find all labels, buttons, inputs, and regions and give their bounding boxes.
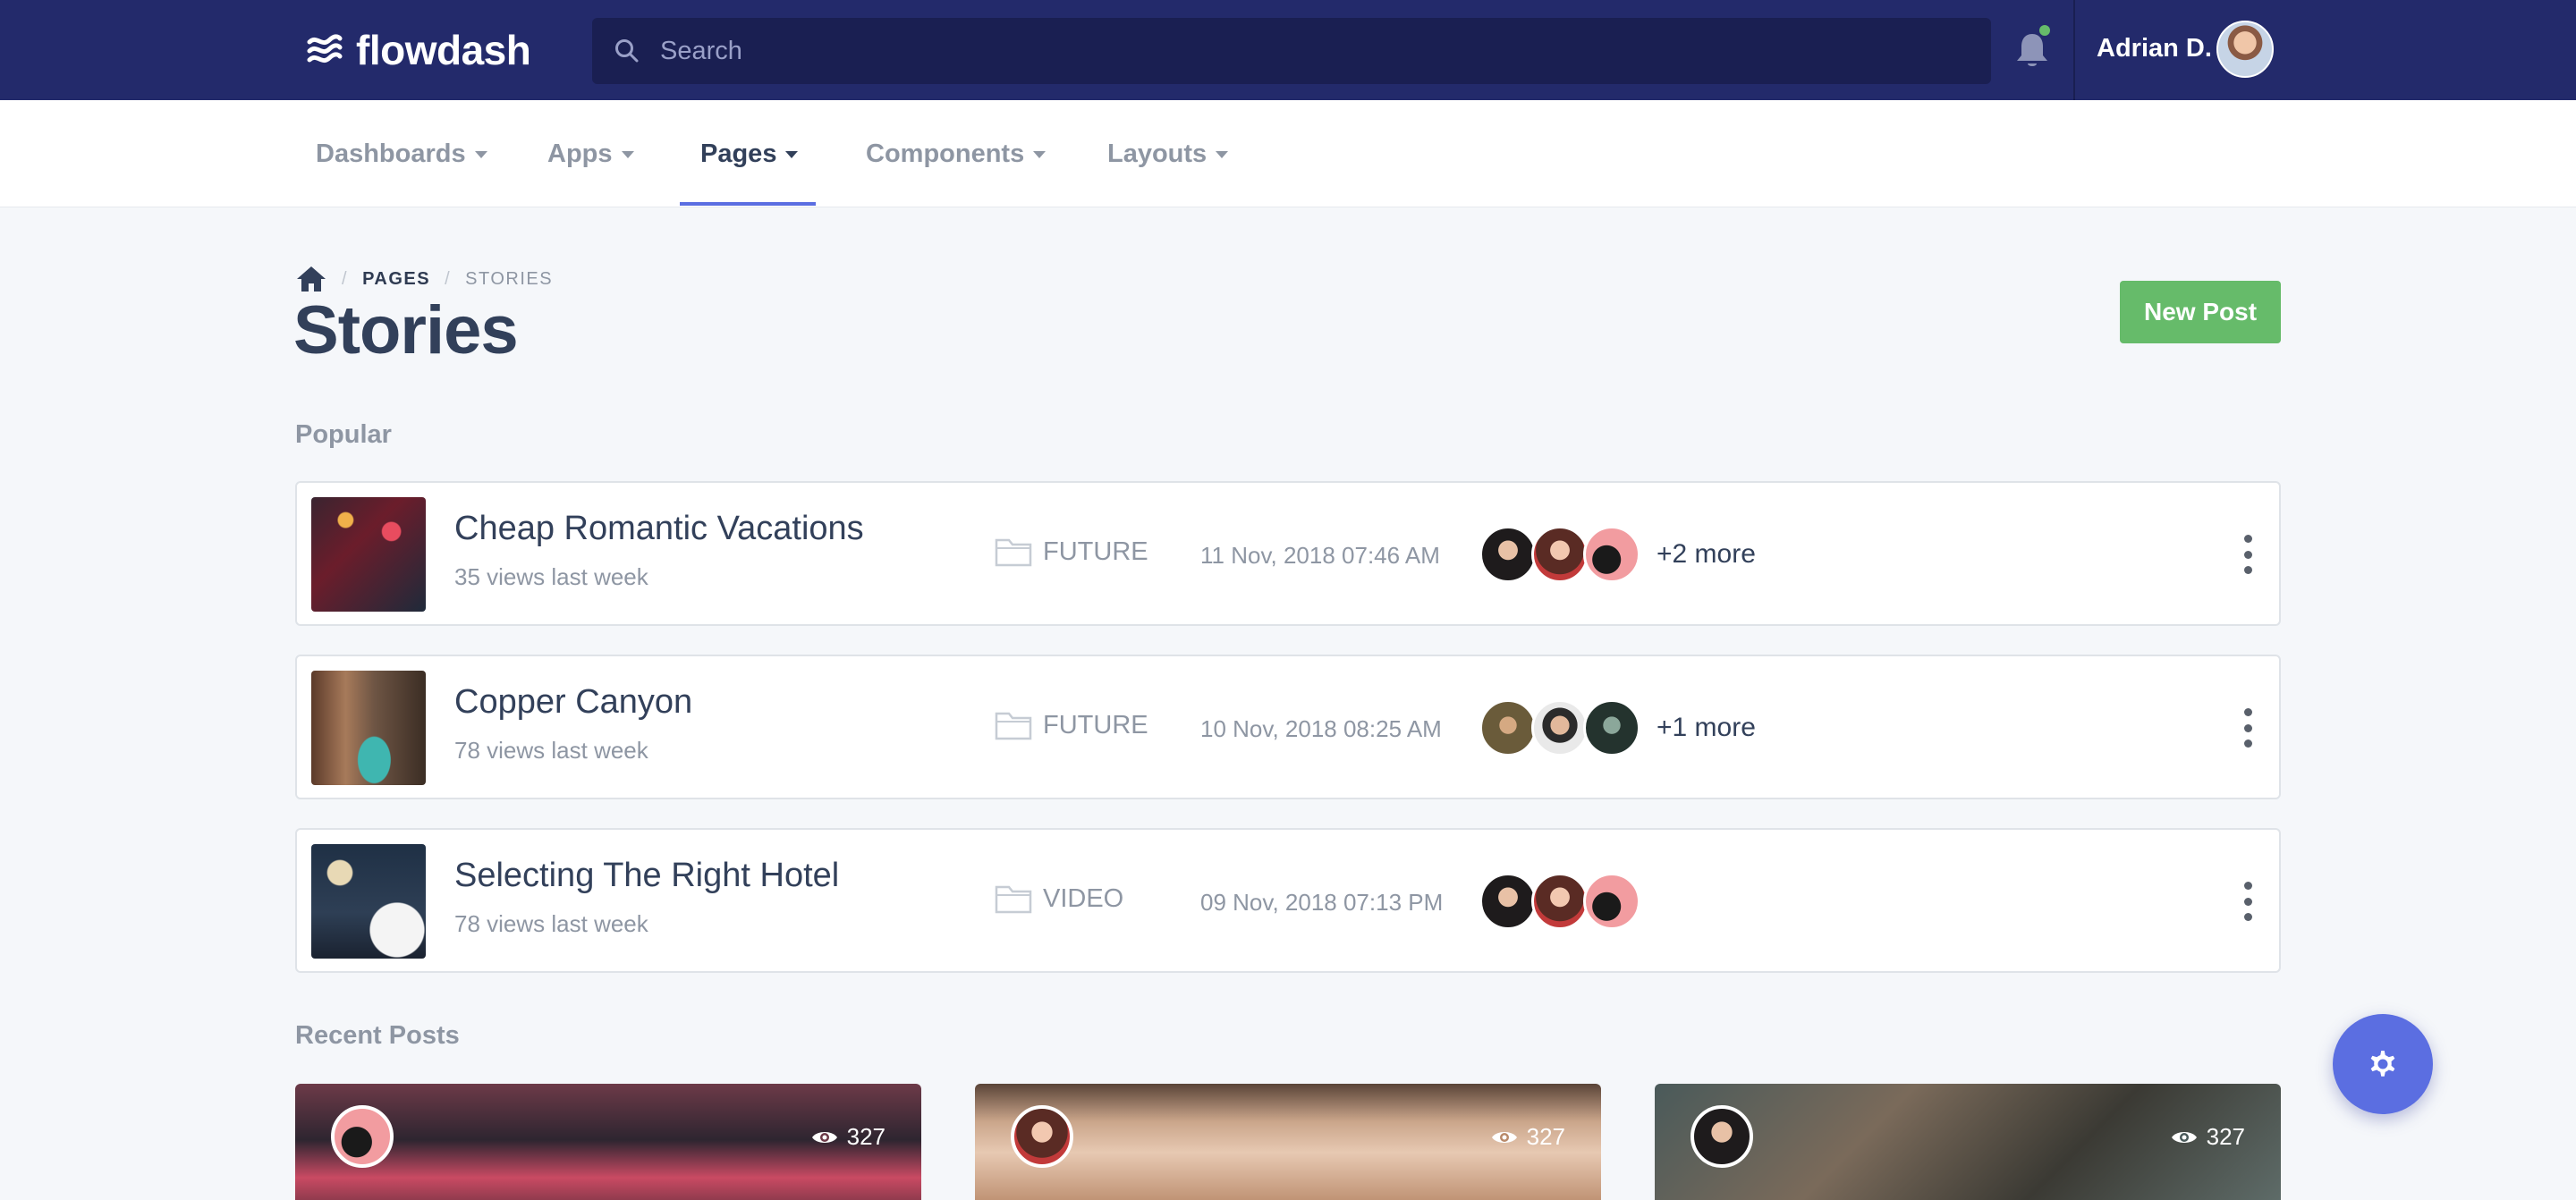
story-title[interactable]: Selecting The Right Hotel bbox=[454, 857, 839, 895]
story-thumbnail[interactable] bbox=[311, 497, 426, 612]
avatar[interactable] bbox=[1583, 526, 1640, 583]
more-contributors[interactable]: +2 more bbox=[1657, 539, 1756, 570]
breadcrumb-pages[interactable]: PAGES bbox=[362, 269, 430, 290]
eye-icon bbox=[1491, 1131, 1517, 1143]
new-post-button[interactable]: New Post bbox=[2120, 281, 2281, 343]
story-title[interactable]: Copper Canyon bbox=[454, 683, 692, 722]
user-avatar[interactable] bbox=[2216, 21, 2274, 78]
eye-icon bbox=[2171, 1131, 2197, 1143]
search-icon bbox=[615, 39, 639, 63]
story-views: 35 views last week bbox=[454, 563, 648, 590]
recent-post-card[interactable]: 327 bbox=[295, 1084, 921, 1200]
recent-post-card[interactable]: 327 bbox=[1655, 1084, 2281, 1200]
story-views: 78 views last week bbox=[454, 910, 648, 937]
page-title: Stories bbox=[293, 292, 519, 368]
story-thumbnail[interactable] bbox=[311, 844, 426, 959]
category-label: FUTURE bbox=[1043, 537, 1148, 566]
story-category[interactable]: VIDEO bbox=[995, 883, 1123, 914]
avatar[interactable] bbox=[1583, 699, 1640, 756]
settings-fab-button[interactable] bbox=[2333, 1014, 2433, 1114]
avatar[interactable] bbox=[331, 1105, 394, 1168]
more-options-icon[interactable] bbox=[2241, 708, 2254, 748]
folder-icon bbox=[995, 885, 1032, 914]
nav-apps[interactable]: Apps bbox=[547, 100, 634, 207]
home-icon[interactable] bbox=[295, 265, 327, 293]
notifications-button[interactable] bbox=[2012, 25, 2052, 72]
story-row[interactable]: Selecting The Right Hotel 78 views last … bbox=[295, 828, 2281, 973]
view-count: 327 bbox=[1491, 1123, 1565, 1151]
folder-icon bbox=[995, 712, 1032, 740]
category-label: FUTURE bbox=[1043, 710, 1148, 739]
nav-layouts[interactable]: Layouts bbox=[1107, 100, 1229, 207]
nav-label: Layouts bbox=[1107, 139, 1208, 168]
views-value: 327 bbox=[2206, 1123, 2245, 1150]
story-category[interactable]: FUTURE bbox=[995, 537, 1148, 567]
avatar[interactable] bbox=[1531, 526, 1589, 583]
caret-down-icon bbox=[1216, 151, 1229, 158]
topbar-divider bbox=[2073, 0, 2075, 100]
nav-label: Dashboards bbox=[316, 139, 466, 168]
contributor-avatars: +1 more bbox=[1479, 699, 1756, 756]
category-label: VIDEO bbox=[1043, 883, 1124, 913]
brand-name: flowdash bbox=[356, 27, 531, 73]
more-options-icon[interactable] bbox=[2241, 882, 2254, 921]
story-date: 10 Nov, 2018 08:25 AM bbox=[1200, 715, 1442, 742]
nav-label: Components bbox=[866, 139, 1025, 168]
story-thumbnail[interactable] bbox=[311, 671, 426, 785]
caret-down-icon bbox=[785, 151, 799, 158]
avatar[interactable] bbox=[1479, 873, 1537, 930]
nav-label: Pages bbox=[700, 139, 777, 168]
breadcrumb-stories: STORIES bbox=[465, 268, 554, 289]
breadcrumb-separator: / bbox=[445, 268, 452, 289]
caret-down-icon bbox=[621, 151, 634, 158]
story-date: 09 Nov, 2018 07:13 PM bbox=[1200, 889, 1444, 916]
section-popular-label: Popular bbox=[295, 420, 392, 449]
main-nav: Dashboards Apps Pages Components Layouts bbox=[0, 100, 2576, 207]
top-bar: flowdash Adrian D. bbox=[0, 0, 2576, 100]
avatar[interactable] bbox=[1479, 699, 1537, 756]
views-value: 327 bbox=[1526, 1123, 1565, 1150]
breadcrumb-separator: / bbox=[342, 268, 349, 289]
active-nav-indicator bbox=[680, 202, 816, 206]
nav-components[interactable]: Components bbox=[866, 100, 1046, 207]
avatar[interactable] bbox=[1479, 526, 1537, 583]
story-views: 78 views last week bbox=[454, 737, 648, 764]
folder-icon bbox=[995, 538, 1032, 567]
contributor-avatars: +2 more bbox=[1479, 526, 1756, 583]
breadcrumb: / PAGES / STORIES bbox=[295, 263, 553, 295]
brand[interactable]: flowdash bbox=[304, 23, 531, 77]
search-bar[interactable] bbox=[592, 18, 1991, 84]
story-category[interactable]: FUTURE bbox=[995, 710, 1148, 740]
eye-icon bbox=[811, 1131, 837, 1143]
story-row[interactable]: Copper Canyon 78 views last week FUTURE … bbox=[295, 655, 2281, 799]
section-recent-label: Recent Posts bbox=[295, 1021, 460, 1050]
contributor-avatars bbox=[1479, 873, 1657, 930]
views-value: 327 bbox=[846, 1123, 886, 1150]
nav-dashboards[interactable]: Dashboards bbox=[316, 100, 487, 207]
more-contributors[interactable]: +1 more bbox=[1657, 713, 1756, 743]
story-row[interactable]: Cheap Romantic Vacations 35 views last w… bbox=[295, 481, 2281, 626]
waves-logo-icon bbox=[307, 34, 343, 63]
avatar[interactable] bbox=[1583, 873, 1640, 930]
nav-label: Apps bbox=[547, 139, 613, 168]
avatar[interactable] bbox=[1690, 1105, 1753, 1168]
recent-post-card[interactable]: 327 bbox=[975, 1084, 1601, 1200]
avatar[interactable] bbox=[1531, 699, 1589, 756]
gear-icon bbox=[2370, 1051, 2395, 1077]
avatar[interactable] bbox=[1011, 1105, 1073, 1168]
more-options-icon[interactable] bbox=[2241, 535, 2254, 574]
user-name[interactable]: Adrian D. bbox=[2097, 34, 2212, 63]
story-date: 11 Nov, 2018 07:46 AM bbox=[1200, 542, 1440, 569]
search-input[interactable] bbox=[660, 36, 1912, 66]
caret-down-icon bbox=[474, 151, 487, 158]
notification-dot bbox=[2039, 25, 2050, 36]
caret-down-icon bbox=[1033, 151, 1046, 158]
nav-pages[interactable]: Pages bbox=[700, 100, 799, 207]
view-count: 327 bbox=[811, 1123, 886, 1151]
view-count: 327 bbox=[2171, 1123, 2245, 1151]
story-title[interactable]: Cheap Romantic Vacations bbox=[454, 510, 864, 548]
avatar[interactable] bbox=[1531, 873, 1589, 930]
